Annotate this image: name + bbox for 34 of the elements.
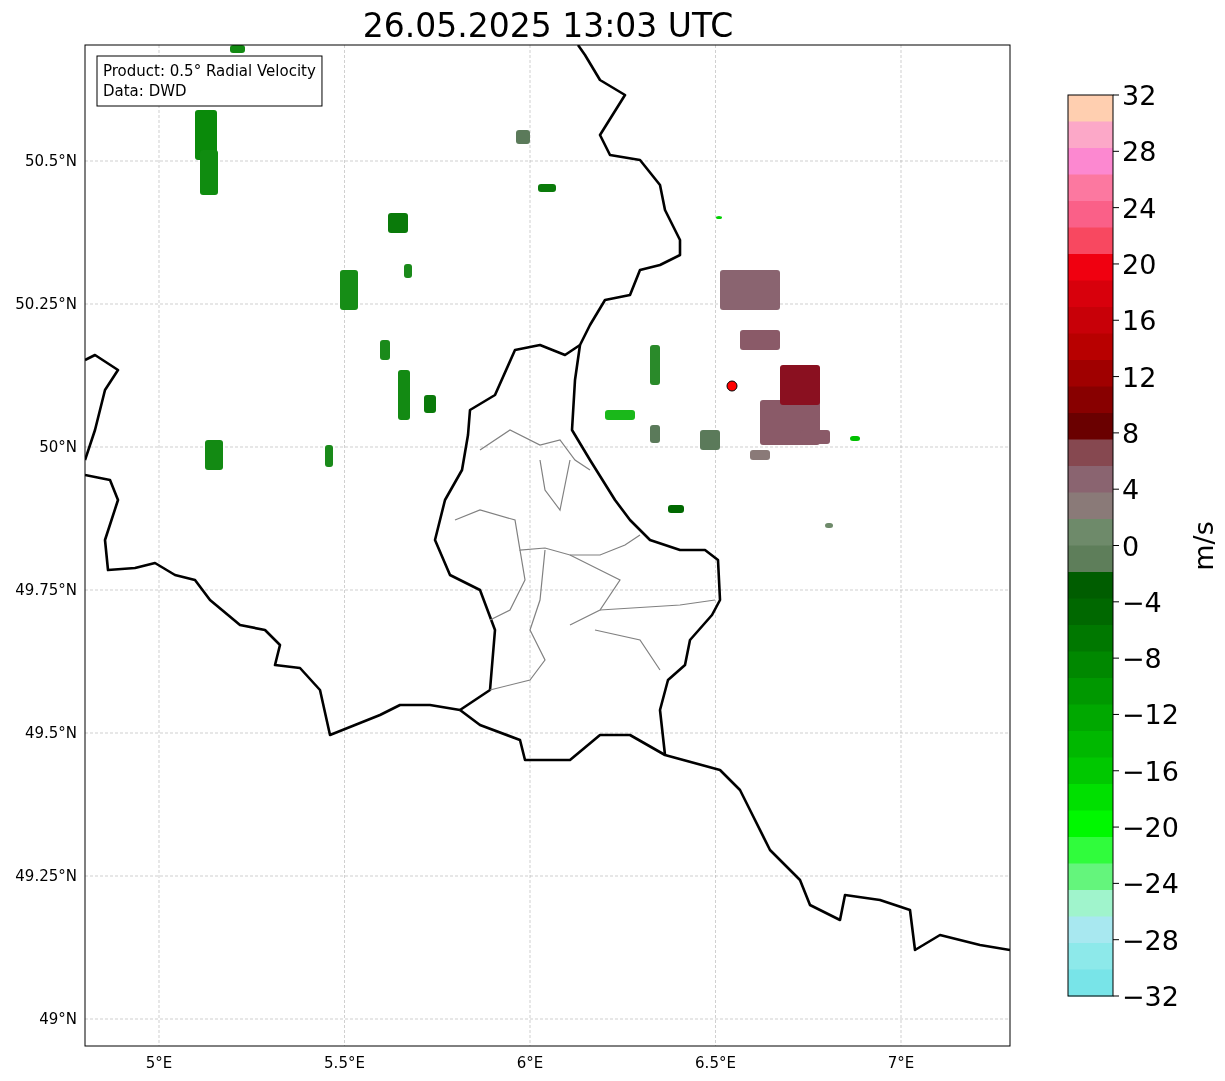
radar-site-marker (726, 380, 738, 392)
tick-label: 12 (1122, 361, 1157, 393)
info-text: Data: DWD (103, 82, 187, 100)
tick-label: 4 (1122, 474, 1140, 506)
chart-title: 26.05.2025 13:03 UTC (362, 6, 734, 45)
tick-label: −32 (1122, 981, 1179, 1012)
tick-label: −12 (1122, 699, 1179, 731)
tick-label: 49.25°N (15, 867, 77, 885)
tick-label: 5.5°E (324, 1054, 365, 1072)
tick-label: 28 (1122, 136, 1157, 168)
tick-label: 6°E (516, 1054, 544, 1072)
tick-label: 6.5°E (695, 1054, 736, 1072)
tick-label: 49.5°N (24, 724, 77, 742)
tick-label: 7°E (887, 1054, 915, 1072)
tick-label: 20 (1122, 248, 1157, 280)
tick-label: 49°N (39, 1010, 77, 1028)
tick-label: −16 (1122, 755, 1179, 787)
tick-label: 32 (1122, 80, 1157, 111)
tick-label: 0 (1122, 530, 1140, 562)
axis-label: m/s (1188, 521, 1219, 571)
tick-label: 49.75°N (15, 581, 77, 599)
tick-label: −24 (1122, 868, 1179, 900)
tick-label: 50.25°N (15, 295, 77, 313)
tick-label: 16 (1122, 305, 1157, 337)
tick-label: −28 (1122, 924, 1179, 956)
tick-label: 50°N (39, 438, 77, 456)
info-text: Product: 0.5° Radial Velocity (103, 62, 316, 80)
tick-label: −4 (1122, 586, 1162, 618)
tick-label: 24 (1122, 192, 1157, 224)
tick-label: 50.5°N (24, 152, 77, 170)
tick-label: −20 (1122, 812, 1179, 844)
tick-label: 5°E (145, 1054, 173, 1072)
tick-label: 8 (1122, 417, 1140, 449)
tick-label: −8 (1122, 643, 1162, 675)
